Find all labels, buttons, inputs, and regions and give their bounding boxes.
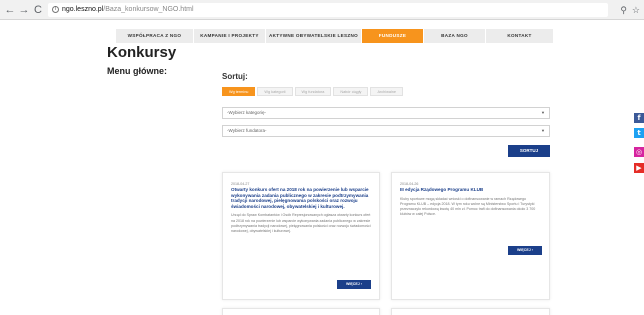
back-arrow-icon[interactable]: ←	[3, 3, 17, 17]
nav-item-baza-ngo[interactable]: BAZA NGO	[424, 29, 486, 43]
more-button-label: WIĘCEJ	[517, 248, 531, 252]
instagram-icon[interactable]: ◎	[634, 147, 644, 157]
sort-button[interactable]: SORTUJ	[508, 145, 550, 157]
more-button[interactable]: WIĘCEJ ›	[337, 280, 371, 289]
nav-item-aktywne-leszno[interactable]: AKTYWNE OBYWATELSKIE LESZNO	[266, 29, 362, 43]
chevron-down-icon: ▼	[541, 128, 545, 133]
reload-icon[interactable]: C	[31, 3, 45, 17]
card-title[interactable]: Otwarty konkurs ofert na 2018 rok na pow…	[231, 187, 371, 209]
category-select[interactable]: -Wybierz kategorię- ▼	[222, 107, 550, 119]
card-title[interactable]: III edycja Rządowego Programu KLUB	[400, 187, 541, 193]
chevron-down-icon: ▼	[541, 110, 545, 115]
nav-item-wspolpraca[interactable]: WSPÓŁPRACA Z NGO	[116, 29, 194, 43]
card-description: Urząd do Spraw Kombatantów i Osób Repres…	[231, 213, 371, 234]
grant-card	[391, 308, 550, 315]
browser-actions: ⚲ ☆	[615, 3, 640, 17]
zoom-icon[interactable]: ⚲	[620, 5, 627, 15]
grant-card: 2018-04-26 III edycja Rządowego Programu…	[391, 172, 550, 300]
sort-tab-by-category[interactable]: Wg kategorii	[257, 87, 293, 96]
grant-card	[222, 308, 380, 315]
card-description: Kluby sportowe mogą składać wnioski o do…	[400, 196, 536, 217]
funder-select[interactable]: -Wybierz fundatora- ▼	[222, 125, 550, 137]
funder-select-value: -Wybierz fundatora-	[227, 128, 267, 133]
grant-card: 2018-04-27 Otwarty konkurs ofert na 2018…	[222, 172, 380, 300]
url-host: ngo.leszno.pl	[62, 6, 104, 13]
sort-tab-archive[interactable]: Archiwalne	[370, 87, 404, 96]
more-button[interactable]: WIĘCEJ ›	[508, 246, 542, 255]
twitter-icon[interactable]: t	[634, 128, 644, 138]
nav-item-kampanie[interactable]: KAMPANIE I PROJEKTY	[194, 29, 266, 43]
sort-label: Sortuj:	[222, 72, 248, 81]
sort-tabs: Wg terminu Wg kategorii Wg fundatora Nab…	[222, 87, 405, 96]
card-date: 2018-04-27	[231, 182, 250, 186]
sort-tab-by-deadline[interactable]: Wg terminu	[222, 87, 256, 96]
category-select-value: -Wybierz kategorię-	[227, 110, 266, 115]
url-path: /Baza_konkursow_NGO.html	[103, 6, 194, 13]
forward-arrow-icon[interactable]: →	[17, 3, 31, 17]
card-date: 2018-04-26	[400, 182, 419, 186]
sort-tab-by-funder[interactable]: Wg fundatora	[294, 87, 332, 96]
more-button-label: WIĘCEJ	[346, 282, 360, 286]
facebook-icon[interactable]: f	[634, 113, 644, 123]
nav-item-kontakt[interactable]: KONTAKT	[486, 29, 554, 43]
main-menu-heading: Menu główne:	[107, 66, 167, 76]
nav-item-fundusze[interactable]: FUNDUSZE	[362, 29, 424, 43]
info-icon[interactable]: i	[52, 5, 59, 13]
bookmark-star-icon[interactable]: ☆	[632, 5, 640, 15]
page-title: Konkursy	[107, 44, 177, 61]
browser-toolbar: ← → C i ngo.leszno.pl/Baza_konkursow_NGO.…	[0, 0, 644, 20]
top-navigation: WSPÓŁPRACA Z NGO KAMPANIE I PROJEKTY AKT…	[116, 29, 554, 43]
youtube-icon[interactable]: ▶	[634, 163, 644, 173]
address-bar[interactable]: i ngo.leszno.pl/Baza_konkursow_NGO.html	[48, 3, 608, 17]
sort-tab-rolling[interactable]: Nabór ciągły	[333, 87, 369, 96]
